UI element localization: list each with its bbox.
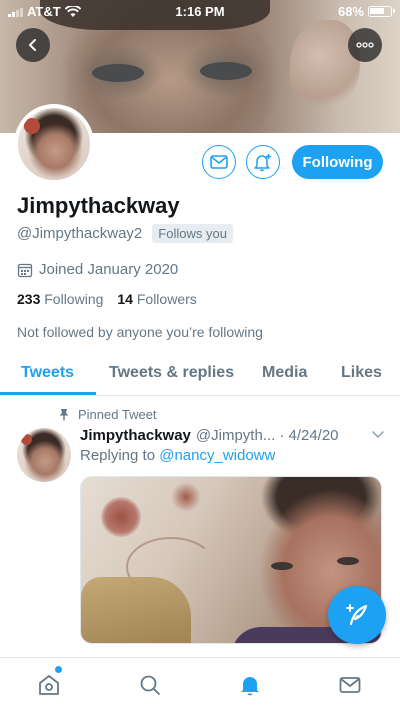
pinned-tweet-label: Pinned Tweet: [58, 407, 157, 422]
back-button[interactable]: [16, 28, 50, 62]
tweet-options-button[interactable]: [371, 427, 385, 444]
home-unread-dot: [55, 666, 62, 673]
more-options-icon: [356, 42, 374, 48]
media-eye-left: [271, 562, 293, 570]
banner-eye-left: [92, 64, 144, 82]
media-cushion: [81, 577, 191, 643]
following-button[interactable]: Following: [292, 145, 383, 179]
pinned-tweet-text: Pinned Tweet: [78, 407, 157, 422]
tweet-author-name[interactable]: Jimpythackway: [80, 427, 191, 444]
notifications-bell-icon: [241, 677, 259, 696]
more-options-button[interactable]: [348, 28, 382, 62]
status-bar: AT&T 1:16 PM 68%: [0, 0, 400, 22]
nav-notifications[interactable]: [237, 672, 263, 698]
active-tab-indicator: [0, 392, 96, 395]
profile-name: Jimpythackway: [17, 193, 180, 218]
nav-home[interactable]: [36, 672, 62, 698]
avatar-sm-wallpaper-flower: [21, 434, 32, 445]
compose-feather-icon: [346, 604, 368, 626]
media-wallpaper-flower: [101, 497, 141, 537]
message-button[interactable]: [202, 145, 236, 179]
battery-icon: [368, 6, 395, 17]
messages-mail-icon: [339, 677, 361, 693]
tweet-date: · 4/24/20: [279, 427, 339, 444]
tab-likes[interactable]: Likes: [341, 364, 382, 382]
nav-messages[interactable]: [337, 672, 363, 698]
banner-wallpaper-flower: [290, 20, 360, 110]
profile-avatar[interactable]: [14, 104, 94, 184]
banner-eye-right: [200, 62, 252, 80]
following-count-link[interactable]: 233 Following: [17, 291, 103, 307]
media-eye-right: [337, 557, 359, 565]
mail-icon: [210, 155, 228, 169]
tab-tweets[interactable]: Tweets: [21, 364, 74, 382]
compose-tweet-button[interactable]: [328, 586, 386, 644]
not-followed-note: Not followed by anyone you’re following: [17, 324, 263, 340]
replying-to-prefix: Replying to: [80, 447, 156, 464]
nav-search[interactable]: [137, 672, 163, 698]
follows-you-badge: Follows you: [152, 224, 233, 243]
back-arrow-icon: [29, 39, 36, 51]
tab-tweets-and-replies[interactable]: Tweets & replies: [109, 364, 234, 382]
battery-group: 68%: [337, 4, 395, 19]
joined-date: Joined January 2020: [17, 261, 178, 278]
followers-count-link[interactable]: 14 Followers: [117, 291, 196, 307]
bell-plus-icon: [254, 154, 271, 172]
search-icon: [140, 675, 160, 695]
profile-handle: @Jimpythackway2: [17, 225, 143, 242]
handle-row: @Jimpythackway2 Follows you: [17, 224, 233, 243]
notifications-subscribe-button[interactable]: [246, 145, 280, 179]
avatar-wallpaper-flower: [24, 118, 40, 134]
tweet-author-handle[interactable]: @Jimpyth...: [196, 427, 275, 444]
battery-percent: 68%: [337, 4, 364, 19]
joined-text: Joined January 2020: [39, 261, 179, 278]
following-label: Following: [44, 291, 104, 307]
media-wallpaper-flower-2: [171, 482, 201, 512]
replying-to-line: Replying to @nancy_widoww: [80, 447, 275, 464]
pin-icon: [59, 409, 69, 421]
home-icon: [39, 675, 59, 695]
following-count: 233: [17, 291, 41, 307]
chevron-down-icon: [372, 431, 384, 439]
follow-counts: 233 Following 14 Followers: [17, 291, 197, 307]
followers-label: Followers: [136, 291, 197, 307]
bottom-tab-bar: [0, 657, 400, 711]
replying-to-mention[interactable]: @nancy_widoww: [159, 447, 275, 464]
tab-media[interactable]: Media: [262, 364, 307, 382]
tweet-header: Jimpythackway @Jimpyth... · 4/24/20: [80, 427, 385, 444]
followers-count: 14: [117, 291, 133, 307]
tweet-author-avatar[interactable]: [17, 428, 71, 482]
calendar-icon: [17, 263, 33, 277]
profile-tabs: Tweets Tweets & replies Media Likes: [0, 352, 400, 396]
